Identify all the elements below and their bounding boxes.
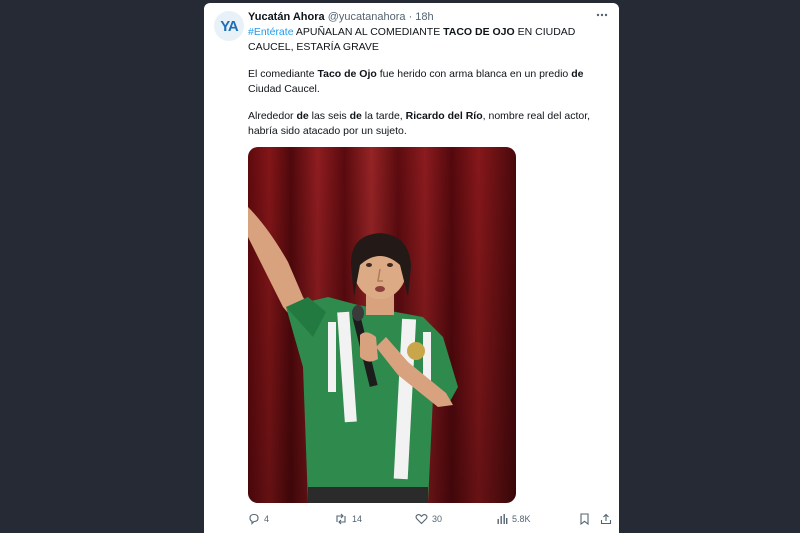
views-icon xyxy=(496,513,508,525)
tweet-actions: 4 14 30 5.8K xyxy=(248,513,618,529)
heart-icon xyxy=(415,513,428,525)
headline-line2: CAUCEL, ESTARÍA GRAVE xyxy=(248,41,379,53)
tweet-paragraph-3: Alrededor de las seis de la tarde, Ricar… xyxy=(248,109,608,139)
para3-text-2: las seis xyxy=(308,110,350,122)
views-count: 5.8K xyxy=(512,514,531,524)
headline-bold: TACO DE OJO xyxy=(443,26,515,38)
reply-count: 4 xyxy=(264,514,270,524)
para2-bold: Taco de Ojo xyxy=(317,68,377,80)
retweet-count: 14 xyxy=(352,514,363,524)
tweet-photo[interactable] xyxy=(248,147,516,503)
para2-bold-end: de xyxy=(571,68,584,80)
bookmark-icon xyxy=(579,513,590,525)
para3-bold-name: Ricardo del Río xyxy=(405,110,483,122)
para2-text-mid: fue herido con arma blanca en un predio xyxy=(376,68,572,80)
avatar[interactable]: YA xyxy=(214,11,244,41)
like-button[interactable]: 30 xyxy=(415,513,442,525)
retweet-button[interactable]: 14 xyxy=(334,513,362,525)
para3-text: Alrededor xyxy=(248,110,297,122)
reply-button[interactable]: 4 xyxy=(248,513,269,525)
reply-icon xyxy=(248,513,260,525)
tweet-paragraph-2: El comediante Taco de Ojo fue herido con… xyxy=(248,67,608,97)
share-button[interactable] xyxy=(600,513,612,525)
views-button[interactable]: 5.8K xyxy=(496,513,531,525)
author-handle-time[interactable]: @yucatanahora · 18h xyxy=(328,11,434,23)
para3-text-3: la tarde, xyxy=(361,110,406,122)
para2-line2: Ciudad Caucel. xyxy=(248,83,320,95)
hashtag-link[interactable]: #Entérate xyxy=(248,26,294,38)
para2-text: El comediante xyxy=(248,68,318,80)
bookmark-button[interactable] xyxy=(579,513,590,525)
para3-text-4: , nombre real del actor, xyxy=(482,110,591,122)
share-icon xyxy=(600,513,612,525)
more-icon[interactable] xyxy=(593,9,611,21)
photo-comedian-on-stage xyxy=(248,147,516,503)
retweet-icon xyxy=(334,513,348,525)
avatar-logo-text: YA xyxy=(220,17,238,35)
tweet-card[interactable]: YA Yucatán Ahora @yucatanahora · 18h #En… xyxy=(204,3,619,533)
headline-text-end: EN CIUDAD xyxy=(514,26,576,38)
tweet-headline: #Entérate APUÑALAN AL COMEDIANTE TACO DE… xyxy=(248,25,608,55)
para3-bold-1: de xyxy=(296,110,309,122)
para3-bold-2: de xyxy=(349,110,362,122)
para3-line2: habría sido atacado por un sujeto. xyxy=(248,125,407,137)
like-count: 30 xyxy=(432,514,443,524)
author-name[interactable]: Yucatán Ahora xyxy=(248,11,325,23)
headline-text: APUÑALAN AL COMEDIANTE xyxy=(293,26,444,38)
